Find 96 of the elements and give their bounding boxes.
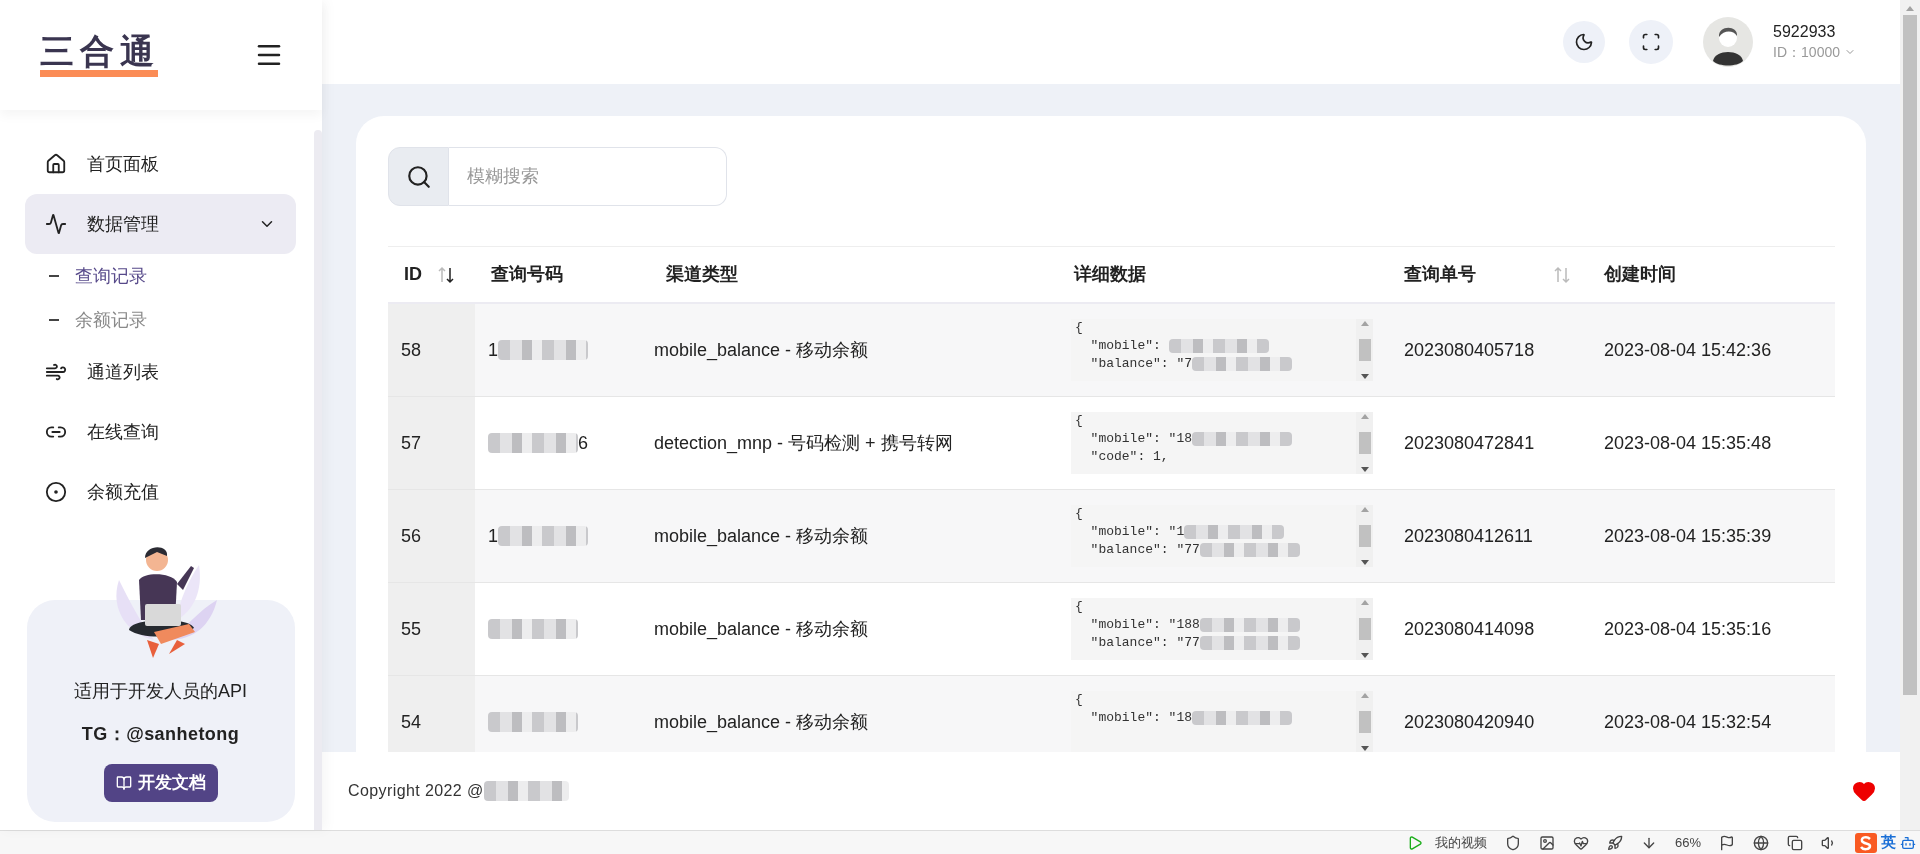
cell-text: 56 [401, 524, 422, 548]
heart-pulse-icon[interactable] [1572, 834, 1589, 851]
cell-text: "mobile": "18 [1089, 430, 1193, 448]
user-name: 5922933 [1773, 21, 1837, 42]
book-icon [115, 775, 132, 791]
cell-text: 2023-08-04 15:35:16 [1604, 618, 1772, 639]
flag-icon[interactable] [1719, 834, 1735, 851]
cell-text: { [1075, 319, 1083, 337]
robot-icon[interactable] [1900, 834, 1916, 851]
search-icon [405, 163, 432, 190]
cell-text: detection_mnp - 号码检测 + 携号转网 [654, 432, 953, 453]
search-button[interactable] [388, 147, 449, 206]
nav-icon [45, 361, 67, 383]
cell-text: "mobile": "1 [1089, 523, 1185, 541]
cell-text: mobile_balance - 移动余额 [654, 339, 869, 360]
cell-text: { [1075, 598, 1083, 616]
cell-text: "mobile": "188 [1089, 616, 1200, 634]
cell-text: 2023080472841 [1404, 432, 1535, 453]
sort-icon[interactable] [436, 264, 456, 285]
cell-text: "mobile": "18 [1089, 709, 1193, 727]
column-header[interactable]: 查询单号 [1404, 261, 1572, 288]
cell-text: "balance": "77 [1089, 634, 1200, 652]
window-icon[interactable] [1787, 834, 1803, 851]
cell-text: 1 [488, 524, 498, 548]
nav-item[interactable]: 在线查询 [25, 402, 296, 462]
shield-icon[interactable] [1504, 834, 1521, 851]
column-header: 渠道类型 [666, 263, 738, 286]
column-header: 查询号码 [491, 263, 563, 286]
globe-icon[interactable] [1753, 834, 1769, 851]
dark-mode-button[interactable] [1563, 21, 1606, 63]
cell-text: 2023080420940 [1404, 711, 1535, 732]
copyright-text: Copyright 2022 @ [348, 781, 484, 801]
cell-text: 2023080405718 [1404, 339, 1535, 360]
nav-icon [45, 153, 67, 175]
json-textarea[interactable]: { "mobile": "18 "code": 1, [1071, 412, 1373, 474]
cell-text: 54 [401, 710, 422, 734]
avatar[interactable] [1703, 17, 1754, 67]
column-header[interactable]: ID [404, 261, 459, 288]
nav-subitem[interactable]: 查询记录 [25, 254, 296, 298]
heart-icon[interactable] [1852, 779, 1876, 803]
scrollbar[interactable] [1356, 505, 1373, 567]
scroll-down-icon[interactable] [1360, 653, 1369, 658]
fullscreen-icon [1641, 32, 1662, 52]
nav-icon [45, 481, 67, 503]
cell-text: { [1075, 505, 1083, 523]
scroll-down-icon[interactable] [1360, 374, 1369, 379]
fullscreen-button[interactable] [1629, 20, 1674, 64]
cell-text: 2023-08-04 15:32:54 [1604, 711, 1772, 732]
cell-text: 2023080414098 [1404, 618, 1535, 639]
cell-text: "balance": "7 [1089, 355, 1193, 373]
json-textarea[interactable]: { "mobile": "188 "balance": "77 [1071, 598, 1373, 660]
cell-text: 2023080412611 [1404, 525, 1533, 546]
video-link[interactable]: 我的视频 [1434, 832, 1487, 853]
cell-text: mobile_balance - 移动余额 [654, 618, 869, 639]
scrollbar[interactable] [1356, 691, 1373, 752]
nav-item[interactable]: 余额充值 [25, 462, 296, 522]
scrollbar[interactable] [1356, 412, 1373, 474]
scroll-down-icon[interactable] [1360, 560, 1369, 565]
ime-language[interactable]: 英 [1881, 831, 1896, 854]
nav-item[interactable]: 数据管理 [25, 194, 296, 254]
image-icon[interactable] [1538, 834, 1555, 851]
cell-text: 2023-08-04 15:35:39 [1604, 525, 1772, 546]
input-method-icon[interactable] [1855, 832, 1877, 853]
cell-text: 1 [488, 338, 498, 362]
cell-text: mobile_balance - 移动余额 [654, 711, 869, 732]
cell-text: "code": 1, [1089, 448, 1169, 466]
cell-text: "balance": "77 [1089, 541, 1200, 559]
cell-text: 2023-08-04 15:42:36 [1604, 339, 1772, 360]
promo-title: 适用于开发人员的API [74, 680, 247, 703]
scrollbar[interactable] [1900, 0, 1920, 830]
logo[interactable]: 三合通 [40, 33, 160, 77]
cell-text: { [1075, 691, 1083, 709]
nav-item[interactable]: 首页面板 [25, 134, 296, 194]
zoom-level[interactable]: 66% [1674, 832, 1701, 853]
cell-text: 2023-08-04 15:35:48 [1604, 432, 1772, 453]
cell-text: "mobile": [1089, 337, 1162, 355]
cell-text: 58 [401, 338, 422, 362]
rocket-icon[interactable] [1606, 834, 1623, 851]
moon-icon [1574, 32, 1595, 52]
promo-contact: TG：@sanhetong [81, 723, 240, 746]
scrollbar[interactable] [1356, 598, 1373, 660]
nav-subitem[interactable]: 余额记录 [25, 298, 296, 342]
cell-text: 55 [401, 617, 422, 641]
cell-text: 57 [401, 431, 422, 455]
nav-item[interactable]: 通道列表 [25, 342, 296, 402]
scrollbar[interactable] [1356, 319, 1373, 381]
nav-icon [45, 213, 67, 235]
scroll-down-icon[interactable] [1360, 467, 1369, 472]
docs-button[interactable]: 开发文档 [103, 764, 218, 802]
cell-text: { [1075, 412, 1083, 430]
scrollbar[interactable] [314, 130, 322, 830]
column-header: 创建时间 [1604, 263, 1676, 286]
cell-text: 6 [578, 431, 588, 455]
cell-text: mobile_balance - 移动余额 [654, 525, 869, 546]
search-field[interactable]: 模糊搜索 [449, 147, 727, 206]
column-header: 详细数据 [1074, 263, 1146, 286]
